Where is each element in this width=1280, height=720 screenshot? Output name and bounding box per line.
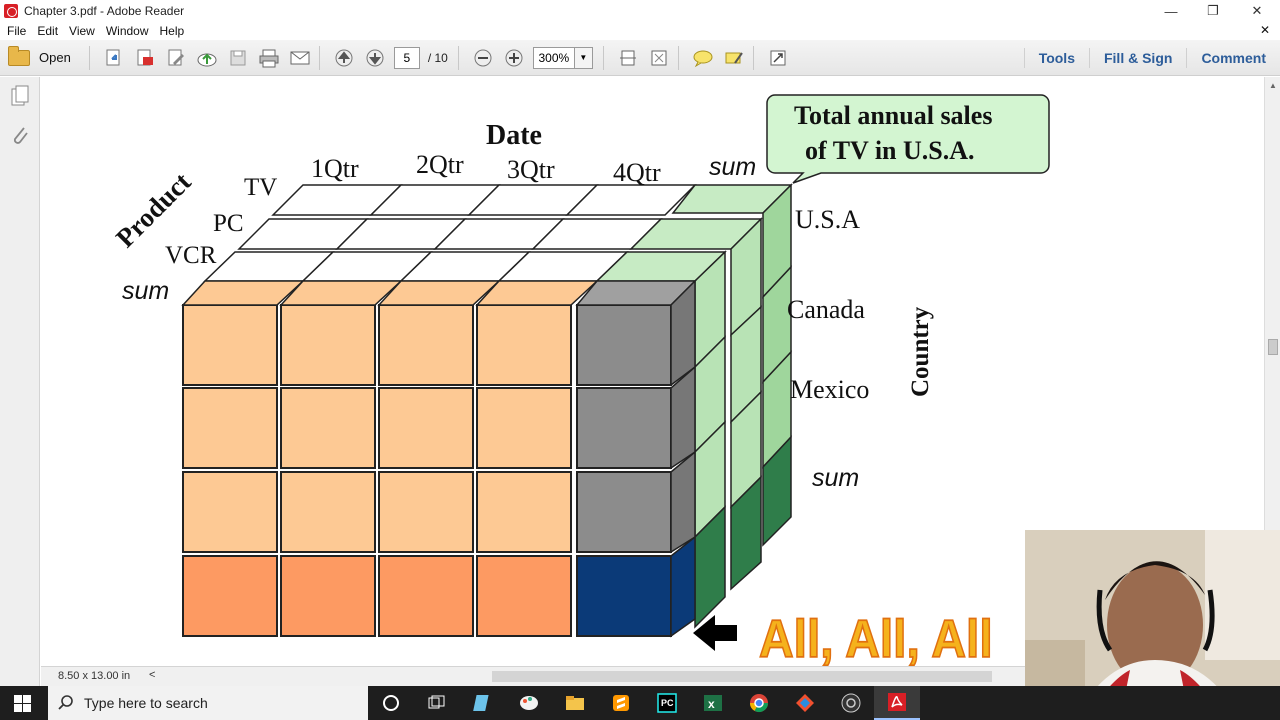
quarter-1-label: 1Qtr [311, 154, 359, 183]
menu-window[interactable]: Window [106, 24, 149, 38]
svg-text:x: x [708, 697, 715, 711]
edit-pdf-icon[interactable] [163, 45, 189, 71]
date-label: Date [486, 120, 542, 151]
svg-text:PC: PC [661, 698, 674, 708]
search-placeholder: Type here to search [84, 695, 208, 711]
quarter-2-label: 2Qtr [416, 150, 464, 179]
scrollbar-thumb[interactable] [1268, 339, 1278, 355]
save-icon[interactable] [225, 45, 251, 71]
taskbar-search[interactable]: Type here to search [48, 686, 368, 720]
callout-line-2: of TV in U.S.A. [805, 136, 975, 165]
horizontal-scrollbar[interactable] [492, 671, 992, 682]
collapse-button[interactable]: < [149, 669, 155, 681]
sum-quarter-label: sum [709, 153, 756, 181]
menu-bar: File Edit View Window Help ✕ [0, 22, 1280, 40]
email-icon[interactable] [287, 45, 313, 71]
open-label: Open [39, 50, 71, 65]
country-label: Country [907, 306, 934, 397]
highlight-icon[interactable] [721, 45, 747, 71]
tab-fill-sign[interactable]: Fill & Sign [1088, 48, 1186, 68]
full-screen-icon[interactable] [765, 45, 791, 71]
open-button[interactable]: Open [8, 45, 71, 66]
fit-page-icon[interactable] [615, 45, 641, 71]
obs-icon[interactable] [828, 686, 874, 720]
close-button[interactable]: ✕ [1234, 0, 1280, 22]
product-tv-label: TV [244, 174, 277, 201]
fit-width-icon[interactable] [646, 45, 672, 71]
chrome-icon[interactable] [736, 686, 782, 720]
close-document-button[interactable]: ✕ [1260, 23, 1270, 37]
page-number-input[interactable]: 5 [393, 46, 420, 69]
page-total: / 10 [427, 50, 448, 65]
next-page-icon[interactable] [362, 45, 388, 71]
cube-front-face [182, 304, 672, 637]
toolbar: Open 5 / 10 300% ▼ Tools Fill & Sign Com… [0, 40, 1280, 76]
scroll-up-icon[interactable]: ▲ [1269, 81, 1277, 90]
product-label: Product [110, 167, 197, 254]
paint-app-icon[interactable] [506, 686, 552, 720]
menu-edit[interactable]: Edit [37, 24, 58, 38]
sum-product-label: sum [122, 277, 169, 305]
attachments-icon[interactable] [10, 125, 30, 152]
comment-icon[interactable] [690, 45, 716, 71]
right-tabs: Tools Fill & Sign Comment [1023, 40, 1280, 76]
product-vcr-label: VCR [165, 242, 217, 269]
tab-tools[interactable]: Tools [1023, 48, 1089, 68]
country-mexico-label: Mexico [790, 375, 869, 404]
menu-help[interactable]: Help [160, 24, 185, 38]
tab-comment[interactable]: Comment [1186, 48, 1280, 68]
callout-line-1: Total annual sales [794, 101, 992, 130]
adobe-reader-taskbar-icon[interactable] [874, 686, 920, 720]
country-usa-label: U.S.A [795, 205, 860, 234]
excel-icon[interactable]: x [690, 686, 736, 720]
window-title: Chapter 3.pdf - Adobe Reader [24, 4, 185, 18]
git-kraken-icon[interactable] [782, 686, 828, 720]
taskbar: Type here to search PC x [0, 686, 1280, 720]
file-explorer-icon[interactable] [552, 686, 598, 720]
folder-icon [8, 45, 30, 66]
menu-view[interactable]: View [69, 24, 95, 38]
windows-start-icon[interactable] [14, 695, 31, 717]
page-thumbnails-icon[interactable] [10, 85, 30, 112]
sublime-text-icon[interactable] [598, 686, 644, 720]
export-pdf-icon[interactable] [132, 45, 158, 71]
create-pdf-icon[interactable] [101, 45, 127, 71]
restore-button[interactable]: ❐ [1190, 0, 1236, 22]
zoom-level-input[interactable]: 300% [532, 46, 575, 69]
page-size-label: 8.50 x 13.00 in [58, 670, 131, 682]
menu-file[interactable]: File [7, 24, 26, 38]
search-icon [58, 694, 74, 713]
all-all-all-text: All, All, All [759, 609, 993, 666]
task-view-icon[interactable] [414, 686, 460, 720]
minimize-button[interactable]: — [1148, 0, 1194, 22]
notes-app-icon[interactable] [460, 686, 506, 720]
print-icon[interactable] [256, 45, 282, 71]
zoom-out-icon[interactable] [470, 45, 496, 71]
title-bar: Chapter 3.pdf - Adobe Reader — ❐ ✕ [0, 0, 1280, 22]
cortana-icon[interactable] [368, 686, 414, 720]
product-pc-label: PC [213, 210, 244, 237]
previous-page-icon[interactable] [331, 45, 357, 71]
sum-country-label: sum [812, 464, 859, 492]
pycharm-icon[interactable]: PC [644, 686, 690, 720]
callout-box: Total annual sales of TV in U.S.A. [766, 94, 1050, 184]
zoom-in-icon[interactable] [501, 45, 527, 71]
quarter-3-label: 3Qtr [507, 155, 555, 184]
quarter-4-label: 4Qtr [613, 158, 661, 187]
chevron-down-icon[interactable]: ▼ [574, 46, 593, 69]
country-canada-label: Canada [787, 295, 865, 324]
adobe-reader-icon [4, 4, 18, 18]
cloud-upload-icon[interactable] [194, 45, 220, 71]
navigation-panel [0, 77, 40, 686]
